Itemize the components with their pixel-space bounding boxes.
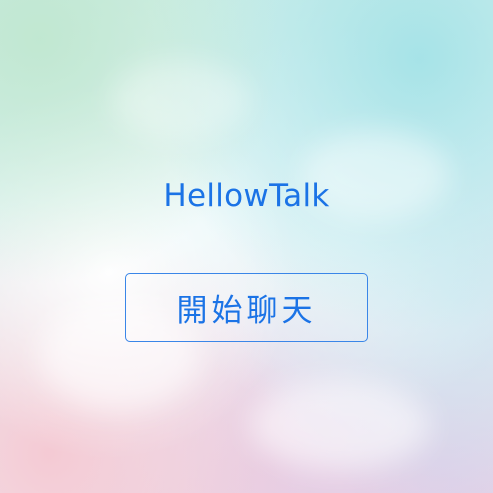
cloud-decoration <box>110 60 250 140</box>
cloud-decoration <box>250 380 430 470</box>
app-title: HellowTalk <box>163 178 330 214</box>
start-chat-button-label: 開始聊天 <box>176 293 317 329</box>
start-chat-button[interactable]: 開始聊天 <box>125 273 368 342</box>
background <box>0 0 493 493</box>
